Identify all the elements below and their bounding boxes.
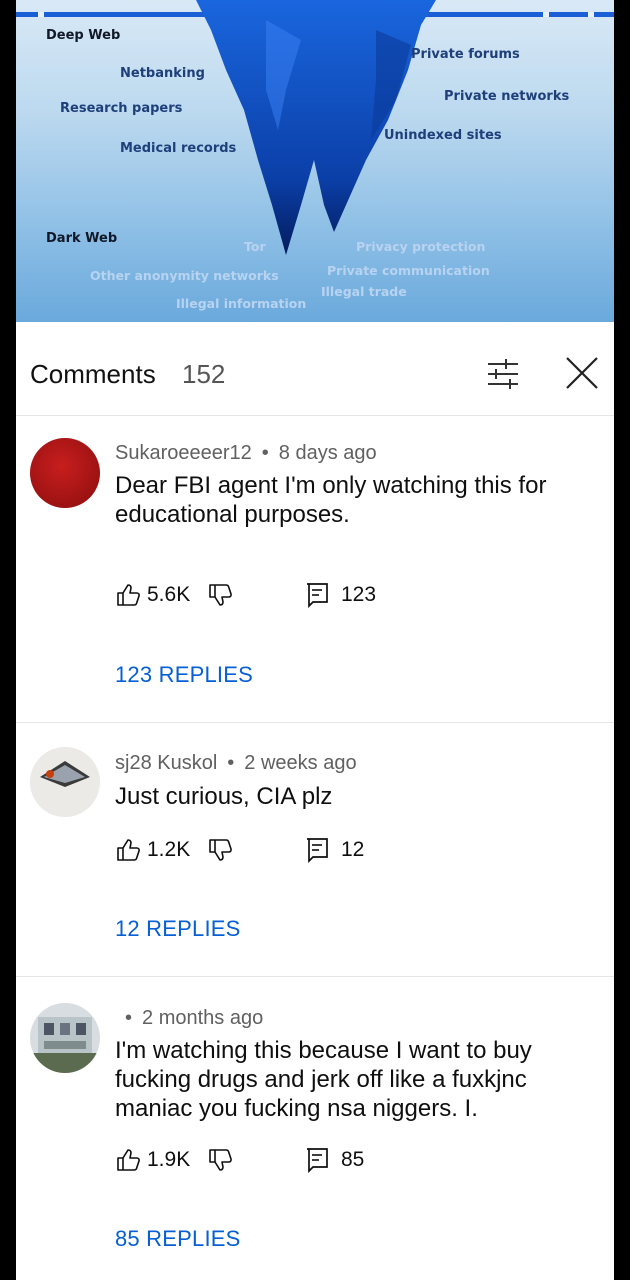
view-replies-button[interactable]: 12 REPLIES bbox=[115, 916, 241, 942]
comment-meta: Sukaroeeeer12 • 8 days ago bbox=[115, 442, 377, 464]
comment-time: 8 days ago bbox=[278, 442, 377, 464]
video-frame[interactable]: Deep Web Netbanking Research papers Medi… bbox=[16, 0, 614, 322]
reply-button[interactable]: 123 bbox=[305, 582, 376, 608]
label-dark-web: Dark Web bbox=[46, 231, 118, 246]
comment-author[interactable]: Sukaroeeeer12 bbox=[115, 442, 252, 464]
view-replies-button[interactable]: 85 REPLIES bbox=[115, 1226, 241, 1252]
avatar[interactable] bbox=[30, 1003, 100, 1073]
comment-text: I'm watching this because I want to buy … bbox=[115, 1037, 532, 1122]
comment-item: Sukaroeeeer12 • 8 days ago Dear FBI agent … bbox=[16, 416, 614, 723]
label-unindexed-sites: Unindexed sites bbox=[384, 128, 502, 143]
thumbs-up-icon bbox=[117, 839, 140, 861]
label-tor: Tor bbox=[244, 239, 266, 254]
label-other-anonymity: Other anonymity networks bbox=[90, 268, 279, 283]
dislike-button[interactable] bbox=[207, 1147, 233, 1173]
thumbs-up-icon bbox=[117, 1149, 140, 1171]
reply-button[interactable]: 12 bbox=[305, 837, 364, 863]
comments-count: 152 bbox=[182, 359, 226, 389]
comment-actions: 1.9K 85 bbox=[115, 1147, 595, 1177]
comment-item: • 2 months ago I'm watching this because … bbox=[16, 977, 614, 1280]
close-icon[interactable] bbox=[564, 355, 600, 396]
like-button[interactable]: 5.6K bbox=[115, 582, 190, 608]
thumbs-down-icon bbox=[209, 839, 232, 861]
label-deep-web: Deep Web bbox=[46, 28, 121, 43]
comment-time: 2 weeks ago bbox=[244, 752, 357, 774]
comment-item: sj28 Kuskol • 2 weeks ago Just curious, CI… bbox=[16, 723, 614, 977]
reply-count: 123 bbox=[341, 583, 377, 606]
reply-button[interactable]: 85 bbox=[305, 1147, 364, 1173]
label-illegal-trade: Illegal trade bbox=[321, 284, 407, 299]
thumbs-down-icon bbox=[209, 584, 232, 606]
like-count: 5.6K bbox=[147, 583, 191, 606]
comment-meta: sj28 Kuskol • 2 weeks ago bbox=[115, 752, 357, 774]
label-research-papers: Research papers bbox=[60, 101, 183, 116]
label-privacy-protection: Privacy protection bbox=[356, 239, 486, 254]
comment-text: Dear FBI agent I'm only watching this fo… bbox=[115, 472, 547, 528]
avatar[interactable] bbox=[30, 747, 100, 817]
comment-reply-icon bbox=[307, 838, 328, 863]
comment-text: Just curious, CIA plz bbox=[115, 783, 333, 810]
label-private-communication: Private communication bbox=[327, 263, 490, 278]
comment-actions: 5.6K 123 bbox=[115, 582, 595, 612]
comment-meta: • 2 months ago bbox=[125, 1007, 264, 1029]
label-illegal-information: Illegal information bbox=[176, 296, 307, 311]
label-private-networks: Private networks bbox=[444, 89, 570, 104]
thumbs-up-icon bbox=[117, 584, 140, 606]
label-netbanking: Netbanking bbox=[120, 66, 205, 81]
like-count: 1.9K bbox=[147, 1148, 191, 1171]
reply-count: 12 bbox=[341, 838, 365, 861]
reply-count: 85 bbox=[341, 1148, 365, 1171]
like-button[interactable]: 1.2K bbox=[115, 837, 190, 863]
dislike-button[interactable] bbox=[207, 582, 233, 608]
comments-screen: Deep Web Netbanking Research papers Medi… bbox=[16, 0, 614, 1280]
comment-author[interactable]: sj28 Kuskol bbox=[115, 752, 217, 774]
dislike-button[interactable] bbox=[207, 837, 233, 863]
comments-title: Comments bbox=[30, 359, 156, 389]
filter-sliders-icon[interactable] bbox=[484, 355, 522, 398]
comment-time: 2 months ago bbox=[142, 1007, 264, 1029]
comment-reply-icon bbox=[307, 1148, 328, 1173]
thumbs-down-icon bbox=[209, 1149, 232, 1171]
like-count: 1.2K bbox=[147, 838, 191, 861]
label-private-forums: Private forums bbox=[411, 47, 520, 62]
label-medical-records: Medical records bbox=[120, 141, 237, 156]
comment-reply-icon bbox=[307, 583, 328, 608]
comments-header: Comments 152 bbox=[16, 322, 614, 416]
avatar[interactable] bbox=[30, 438, 100, 508]
view-replies-button[interactable]: 123 REPLIES bbox=[115, 662, 253, 688]
like-button[interactable]: 1.9K bbox=[115, 1147, 190, 1173]
comment-actions: 1.2K 12 bbox=[115, 837, 595, 867]
